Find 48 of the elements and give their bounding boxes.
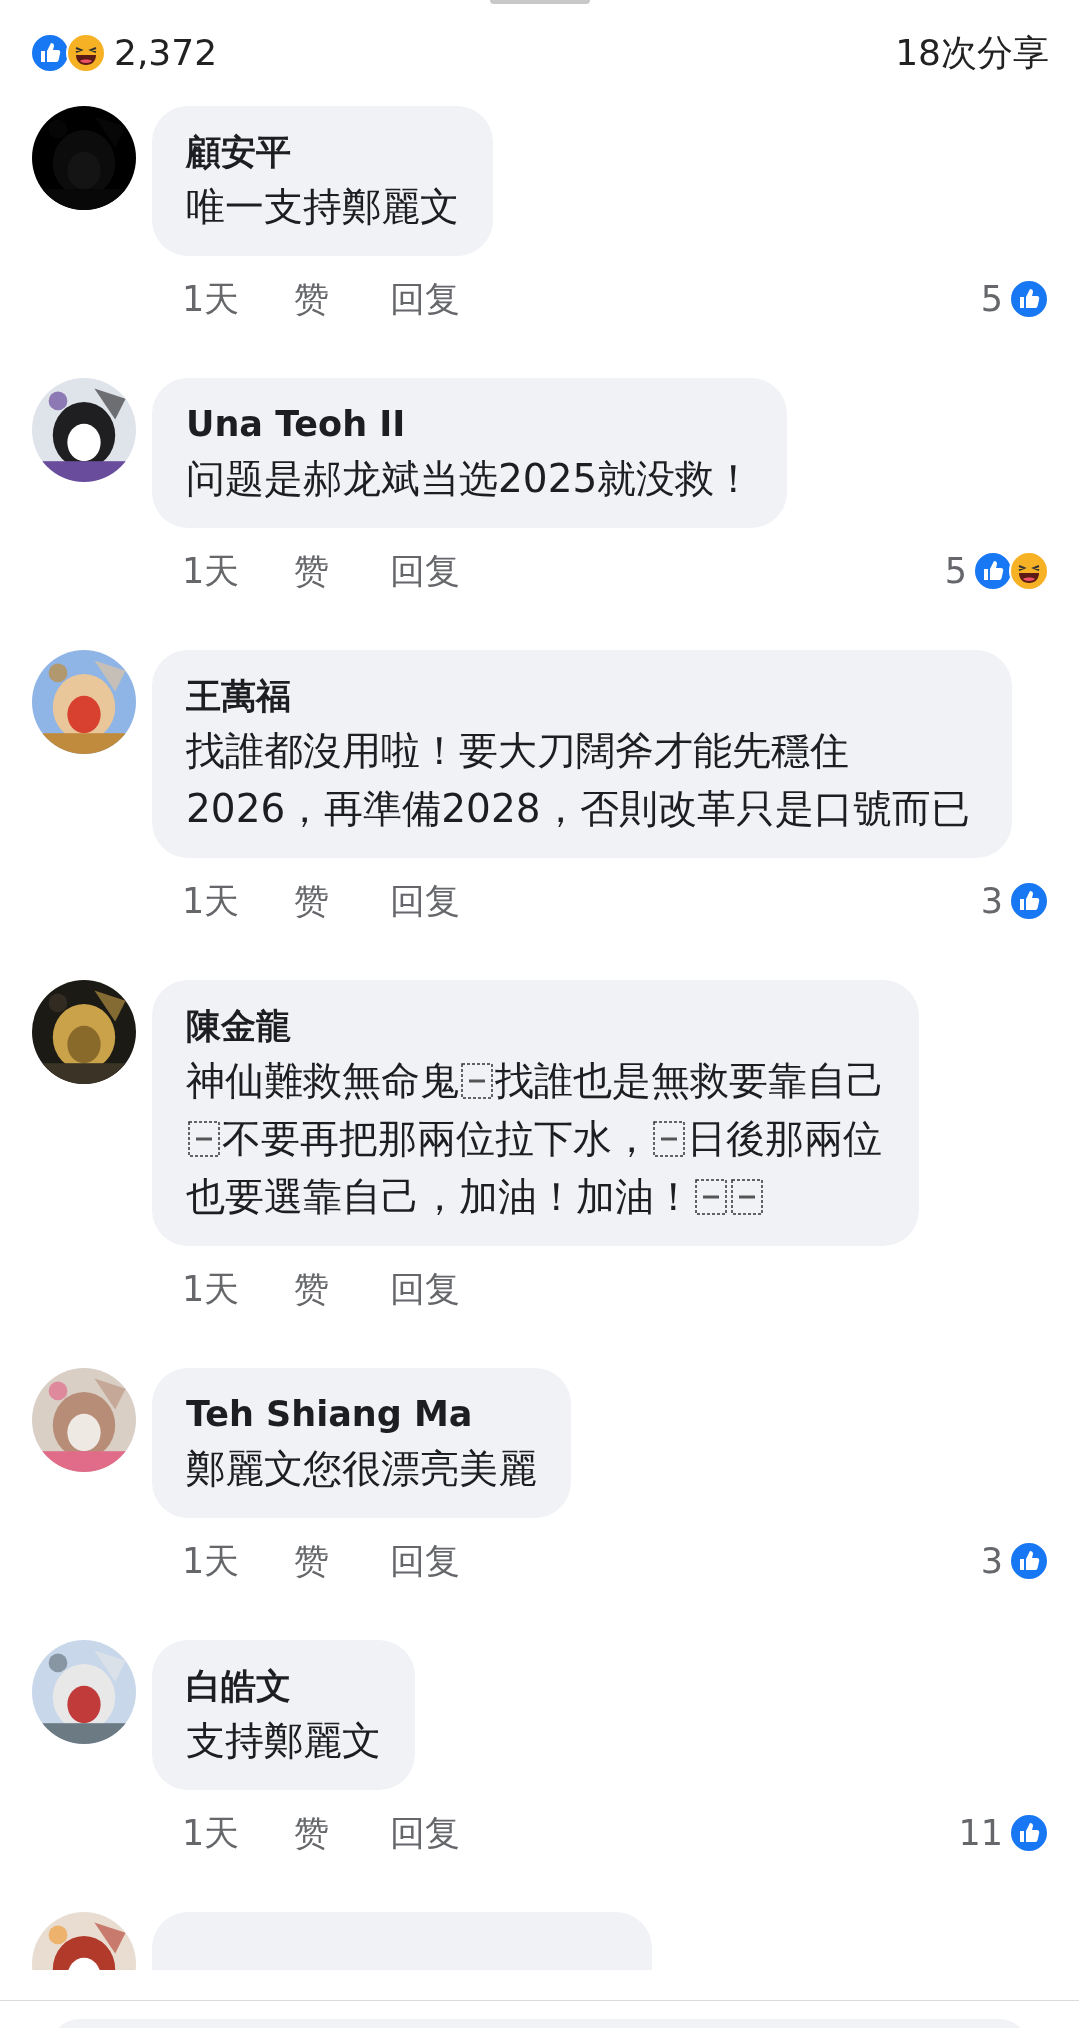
comment-time: 1天 bbox=[182, 1811, 241, 1855]
reaction-count[interactable]: 5 bbox=[980, 272, 1003, 326]
comment-time: 1天 bbox=[182, 1539, 241, 1583]
comment-text: 支持鄭麗文 bbox=[186, 1717, 381, 1765]
commenter-name[interactable]: Teh Shiang Ma bbox=[186, 1388, 537, 1440]
comment-text: 日後那兩位 bbox=[687, 1115, 882, 1163]
comment-time: 1天 bbox=[182, 549, 241, 593]
like-link[interactable]: 赞 bbox=[294, 874, 390, 928]
comment-text: 找誰都沒用啦！要大刀闊斧才能先穩住2026，再準備2028，否則改革只是口號而已 bbox=[186, 727, 971, 833]
drag-handle[interactable] bbox=[489, 0, 590, 4]
like-link[interactable]: 赞 bbox=[294, 1262, 390, 1316]
object-placeholder-icon bbox=[653, 1121, 685, 1157]
commenter-name[interactable]: 顧安平 bbox=[186, 126, 459, 178]
comment-input-bar[interactable] bbox=[0, 2000, 1079, 2028]
comment-time: 1天 bbox=[182, 277, 241, 321]
comment-text: 问题是郝龙斌当选2025就没救！ bbox=[186, 455, 754, 503]
reaction-count[interactable]: 5 bbox=[944, 544, 967, 598]
comment-text: 唯一支持鄭麗文 bbox=[186, 183, 459, 231]
like-link[interactable]: 赞 bbox=[294, 1806, 390, 1860]
comment-time: 1天 bbox=[182, 879, 241, 923]
comment-text: 找誰也是無救要靠自己 bbox=[495, 1057, 885, 1105]
reaction-count[interactable]: 3 bbox=[980, 1534, 1003, 1588]
object-placeholder-icon bbox=[731, 1179, 763, 1215]
comment-text: 不要再把那兩位拉下水， bbox=[222, 1115, 651, 1163]
commenter-name[interactable]: 白皓文 bbox=[186, 1660, 381, 1712]
commenter-name[interactable]: 陳金龍 bbox=[186, 1000, 885, 1052]
reply-link[interactable]: 回复 bbox=[390, 1806, 460, 1860]
comment-text: 也要選靠自己，加油！加油！ bbox=[186, 1173, 693, 1221]
reply-link[interactable]: 回复 bbox=[390, 272, 460, 326]
comment-text: 神仙難救無命鬼 bbox=[186, 1057, 459, 1105]
commenter-name[interactable]: Una Teoh II bbox=[186, 398, 754, 450]
object-placeholder-icon bbox=[188, 1121, 220, 1157]
reaction-count[interactable]: 11 bbox=[958, 1806, 1003, 1860]
object-placeholder-icon bbox=[695, 1179, 727, 1215]
reply-link[interactable]: 回复 bbox=[390, 544, 460, 598]
reaction-count[interactable]: 2,372 bbox=[114, 26, 218, 80]
like-link[interactable]: 赞 bbox=[294, 1534, 390, 1588]
reply-link[interactable]: 回复 bbox=[390, 874, 460, 928]
like-link[interactable]: 赞 bbox=[294, 544, 390, 598]
comment-time: 1天 bbox=[182, 1267, 241, 1311]
comment-text: 鄭麗文您很漂亮美麗 bbox=[186, 1445, 537, 1493]
reply-link[interactable]: 回复 bbox=[390, 1262, 460, 1316]
reaction-count[interactable]: 3 bbox=[980, 874, 1003, 928]
like-link[interactable]: 赞 bbox=[294, 272, 390, 326]
commenter-name[interactable]: 王萬福 bbox=[186, 670, 978, 722]
reply-link[interactable]: 回复 bbox=[390, 1534, 460, 1588]
object-placeholder-icon bbox=[461, 1063, 493, 1099]
share-count[interactable]: 18次分享 bbox=[895, 26, 1049, 80]
